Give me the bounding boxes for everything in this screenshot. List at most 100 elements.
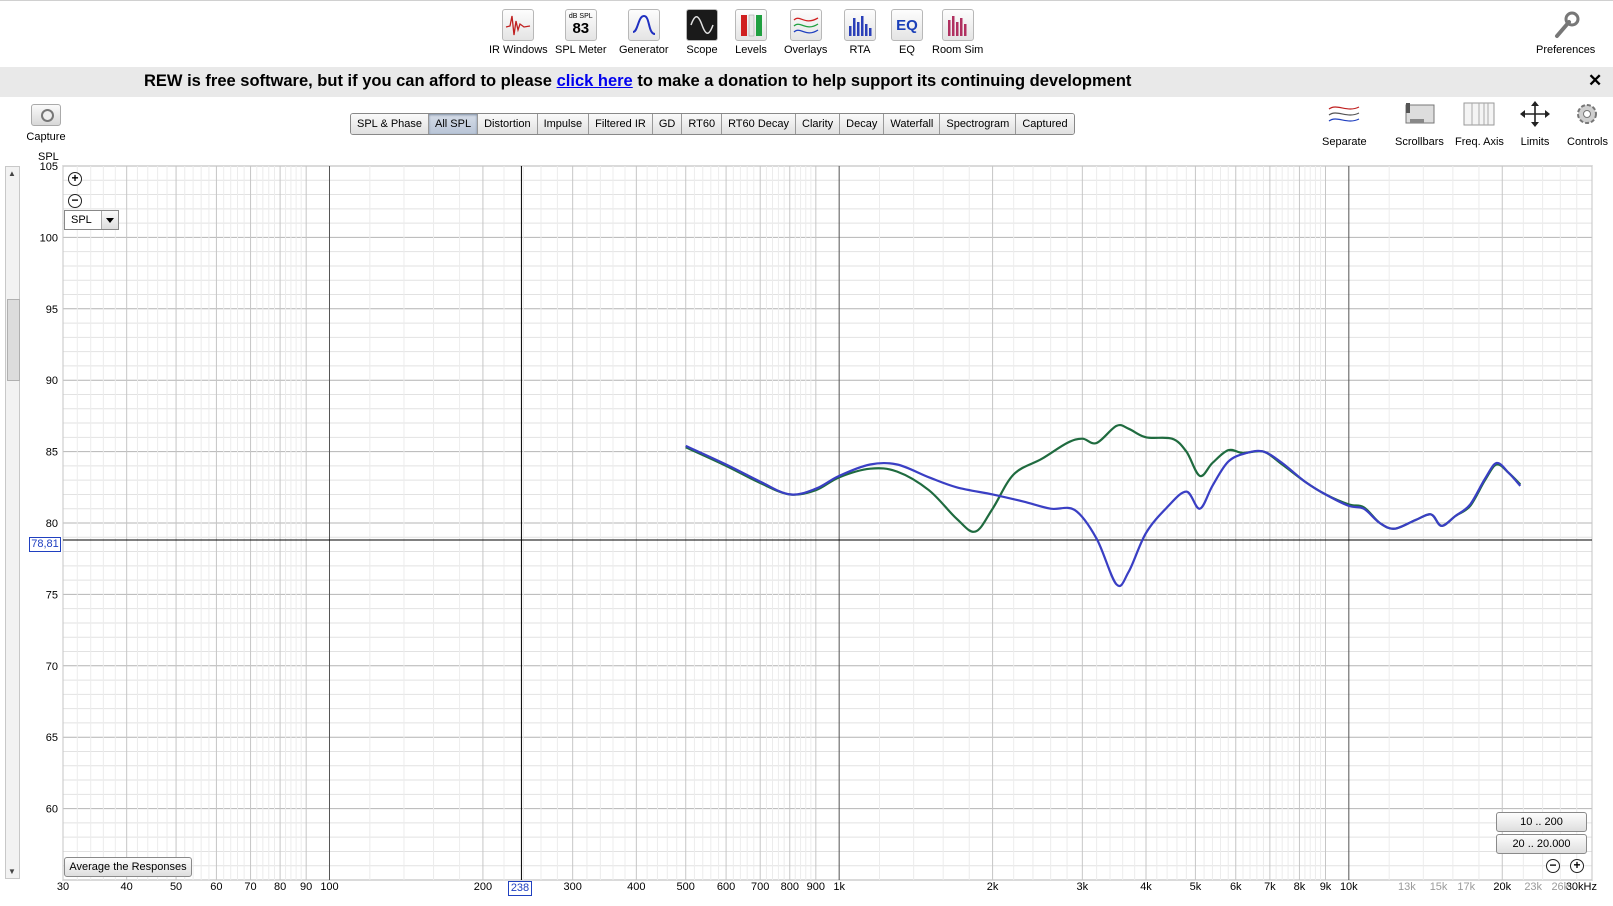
x-tick-label: 40 — [121, 881, 133, 893]
tab-spl-phase[interactable]: SPL & Phase — [351, 114, 429, 134]
controls-icon — [1570, 100, 1604, 128]
banner-text-after: to make a donation to help support its c… — [637, 72, 1132, 90]
x-tick-label: 20k — [1493, 881, 1511, 893]
tool-label: Levels — [735, 44, 767, 56]
capture-label: Capture — [26, 131, 66, 143]
x-tick-label: 50 — [170, 881, 182, 893]
room-sim-button[interactable]: Room Sim — [932, 9, 983, 61]
y-tick-label: 105 — [40, 161, 58, 173]
preferences-label: Preferences — [1536, 44, 1596, 56]
camera-icon — [31, 104, 61, 126]
wrench-icon — [1550, 9, 1582, 41]
x-tick-label: 60 — [210, 881, 222, 893]
x-tick-label: 2k — [987, 881, 999, 893]
zoom-out-icon[interactable]: − — [68, 194, 82, 208]
x-tick-label: 15k — [1430, 881, 1448, 893]
close-icon[interactable]: ✕ — [1588, 71, 1602, 91]
limits-icon — [1518, 100, 1552, 128]
tab-waterfall[interactable]: Waterfall — [883, 114, 940, 134]
y-tick-label: 90 — [46, 375, 58, 387]
tab-captured[interactable]: Captured — [1015, 114, 1074, 134]
y-tick-label: 70 — [46, 661, 58, 673]
x-tick-label: 30 — [57, 881, 69, 893]
x-tick-label: 9k — [1320, 881, 1332, 893]
x-tick-label: 8k — [1294, 881, 1306, 893]
y-tick-label: 100 — [40, 232, 58, 244]
spl-graph[interactable]: 105 100 95 90 85 80 75 70 65 60 30 40 50 60 70 80 90 100 2… — [0, 150, 1613, 906]
x-tick-label: 7k — [1264, 881, 1276, 893]
tool-label: Controls — [1567, 136, 1608, 148]
top-toolbar: IR Windows dB SPL 83 SPL Meter Generator… — [0, 0, 1613, 66]
zoom-in-icon[interactable]: + — [68, 172, 82, 186]
range-20-20000-button[interactable]: 20 .. 20.000 — [1496, 834, 1587, 854]
preferences-button[interactable]: Preferences — [1536, 9, 1595, 61]
y-tick-label: 80 — [46, 518, 58, 530]
generator-button[interactable]: Generator — [619, 9, 669, 61]
limits-button[interactable]: Limits — [1518, 100, 1552, 148]
tool-label: Scrollbars — [1395, 136, 1444, 148]
freq-axis-button[interactable]: Freq. Axis — [1455, 100, 1504, 148]
x-tick-label: 1k — [833, 881, 845, 893]
scrollbars-button[interactable]: Scrollbars — [1395, 100, 1444, 148]
eq-icon-text: EQ — [896, 16, 918, 34]
average-responses-button[interactable]: Average the Responses — [64, 857, 192, 877]
x-tick-label: 300 — [563, 881, 581, 893]
x-tick-label: 23k — [1524, 881, 1542, 893]
donation-link[interactable]: click here — [557, 72, 633, 90]
controls-button[interactable]: Controls — [1567, 100, 1608, 148]
spl-meter-icon: dB SPL 83 — [564, 9, 597, 41]
generator-icon — [627, 9, 660, 41]
overlays-button[interactable]: Overlays — [784, 9, 827, 61]
tool-label: Generator — [619, 44, 669, 56]
zoom-out-x-icon[interactable]: − — [1546, 859, 1560, 873]
eq-button[interactable]: EQ EQ — [891, 9, 923, 61]
x-tick-label: 17k — [1457, 881, 1475, 893]
rta-button[interactable]: RTA — [844, 9, 876, 61]
levels-button[interactable]: Levels — [735, 9, 767, 61]
tool-label: SPL Meter — [555, 44, 607, 56]
cursor-y-readout: 78,81 — [29, 537, 61, 552]
tab-distortion[interactable]: Distortion — [477, 114, 537, 134]
tab-gd[interactable]: GD — [651, 114, 682, 134]
separate-icon — [1327, 100, 1361, 128]
separate-button[interactable]: Separate — [1322, 100, 1367, 148]
x-tick-label: 500 — [677, 881, 695, 893]
scope-button[interactable]: Scope — [686, 9, 718, 61]
chevron-down-icon[interactable] — [101, 211, 118, 229]
banner-text-before: REW is free software, but if you can aff… — [144, 72, 552, 90]
x-tick-label: 90 — [300, 881, 312, 893]
spl-select[interactable]: SPL — [64, 210, 119, 230]
tab-spectrogram[interactable]: Spectrogram — [939, 114, 1016, 134]
range-10-200-button[interactable]: 10 .. 200 — [1496, 812, 1587, 832]
room-sim-icon — [941, 9, 974, 41]
scope-icon — [686, 9, 718, 41]
ir-windows-icon — [502, 9, 535, 41]
y-tick-label: 95 — [46, 304, 58, 316]
tool-label: Separate — [1322, 136, 1367, 148]
graph-tabs: SPL & Phase All SPL Distortion Impulse Filte… — [350, 113, 1075, 135]
x-tick-label: 100 — [320, 881, 338, 893]
tab-clarity[interactable]: Clarity — [795, 114, 840, 134]
y-tick-label: 65 — [46, 732, 58, 744]
tab-filtered-ir[interactable]: Filtered IR — [588, 114, 652, 134]
spl-meter-button[interactable]: dB SPL 83 SPL Meter — [555, 9, 607, 61]
tab-impulse[interactable]: Impulse — [536, 114, 589, 134]
tool-label: Overlays — [784, 44, 828, 56]
tab-rt60-decay[interactable]: RT60 Decay — [721, 114, 795, 134]
ir-windows-button[interactable]: IR Windows — [489, 9, 548, 61]
zoom-in-x-icon[interactable]: + — [1570, 859, 1584, 873]
tool-label: Room Sim — [932, 44, 984, 56]
scrollbars-icon — [1402, 100, 1436, 128]
freq-axis-icon — [1462, 100, 1496, 128]
x-tick-label: 70 — [244, 881, 256, 893]
meter-value: 83 — [572, 20, 590, 37]
donation-banner: REW is free software, but if you can aff… — [0, 67, 1613, 97]
x-tick-label: 600 — [717, 881, 735, 893]
tab-rt60[interactable]: RT60 — [681, 114, 722, 134]
overlays-icon — [789, 9, 822, 41]
capture-button[interactable]: Capture — [26, 104, 66, 143]
banner-message: REW is free software, but if you can aff… — [144, 72, 1131, 91]
tab-decay[interactable]: Decay — [839, 114, 884, 134]
tab-all-spl[interactable]: All SPL — [428, 114, 478, 134]
x-tick-label: 10k — [1340, 881, 1358, 893]
